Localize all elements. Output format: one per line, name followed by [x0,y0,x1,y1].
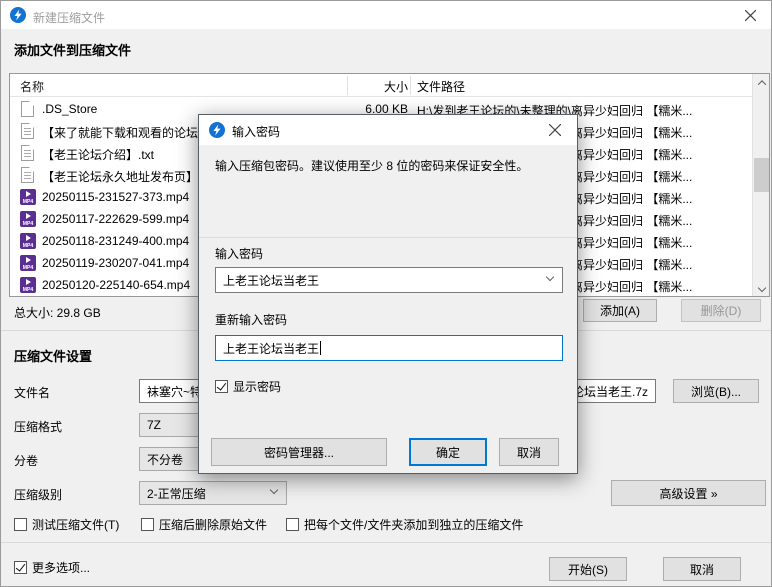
show-password-checkbox[interactable]: 显示密码 [215,378,281,395]
column-header-path[interactable]: 文件路径 [417,78,465,95]
dialog-cancel-button[interactable]: 取消 [499,438,559,466]
delete-button: 删除(D) [681,299,761,322]
window-close-icon[interactable] [737,5,763,25]
dialog-close-icon[interactable] [541,120,569,140]
checkbox-box [14,561,27,574]
start-button[interactable]: 开始(S) [549,557,627,581]
volume-label: 分卷 [14,454,39,468]
file-name: 20250120-225140-654.mp4 [42,278,191,292]
settings-section-title: 压缩文件设置 [14,349,93,364]
add-button[interactable]: 添加(A) [583,299,657,322]
filename-label: 文件名 [14,386,51,400]
browse-button[interactable]: 浏览(B)... [673,379,759,403]
dialog-divider [199,237,577,238]
volume-value: 不分卷 [147,452,184,467]
more-options-checkbox[interactable]: 更多选项... [14,559,90,576]
checkbox-label: 压缩后删除原始文件 [159,518,268,532]
chevron-down-icon [545,272,555,282]
filename-value-right: 论坛当老王.7z [571,384,648,399]
password-combobox[interactable]: 上老王论坛当老王 [215,267,563,293]
level-value: 2-正常压缩 [147,486,206,501]
dialog-message: 输入压缩包密码。建议使用至少 8 位的密码来保证安全性。 [215,159,529,173]
page-title: 添加文件到压缩文件 [14,43,132,58]
individual-archives-checkbox[interactable]: 把每个文件/文件夹添加到独立的压缩文件 [286,516,523,533]
column-divider[interactable] [347,76,348,95]
column-header-name[interactable]: 名称 [20,78,44,95]
mp4-file-icon: MP4 [20,189,36,205]
mp4-file-icon: MP4 [20,277,36,293]
file-icon [20,101,36,117]
ok-button[interactable]: 确定 [409,438,487,466]
format-value: 7Z [147,418,162,432]
level-select[interactable]: 2-正常压缩 [139,481,287,505]
format-label: 压缩格式 [14,420,63,434]
app-logo-icon [209,122,225,138]
file-name: 20250117-222629-599.mp4 [42,212,190,226]
table-header: 名称 大小 文件路径 [10,74,769,97]
checkbox-box [215,380,228,393]
confirm-password-label: 重新输入密码 [215,313,288,327]
text-file-icon [20,123,36,139]
confirm-password-input[interactable]: 上老王论坛当老王 [215,335,563,361]
file-name: 20250119-230207-041.mp4 [42,256,190,270]
file-name: .DS_Store [42,102,98,116]
test-archive-checkbox[interactable]: 测试压缩文件(T) [14,516,119,533]
column-header-size[interactable]: 大小 [290,78,408,95]
checkbox-label: 把每个文件/文件夹添加到独立的压缩文件 [304,518,524,532]
window-titlebar: 新建压缩文件 [1,1,771,29]
column-divider[interactable] [410,76,411,95]
dialog-titlebar: 输入密码 [199,115,577,145]
file-name: 【老王论坛永久地址发布页】.t [42,170,205,184]
mp4-file-icon: MP4 [20,211,36,227]
main-cancel-button[interactable]: 取消 [663,557,741,581]
file-name: 【老王论坛介绍】.txt [42,148,155,162]
window-title: 新建压缩文件 [33,11,106,25]
app-logo-icon [10,7,26,23]
checkbox-label: 更多选项... [32,561,91,575]
confirm-password-value: 上老王论坛当老王 [223,341,320,356]
checkbox-box [286,518,299,531]
footer-divider [1,542,771,543]
advanced-settings-button[interactable]: 高级设置 » [611,480,766,506]
text-file-icon [20,167,36,183]
dialog-title: 输入密码 [232,125,281,139]
table-scrollbar[interactable] [752,74,769,296]
file-name: 【来了就能下载和观看的论坛, [42,126,202,140]
delete-original-checkbox[interactable]: 压缩后删除原始文件 [141,516,267,533]
level-label: 压缩级别 [14,488,63,502]
checkbox-label: 显示密码 [233,380,282,394]
checkbox-box [141,518,154,531]
scrollbar-thumb[interactable] [754,158,769,192]
filename-value-left: 袜塞穴~特 [147,384,203,399]
file-name: 20250115-231527-373.mp4 [42,190,190,204]
file-name: 20250118-231249-400.mp4 [42,234,190,248]
password-manager-button[interactable]: 密码管理器... [211,438,387,466]
scroll-up-icon[interactable] [753,74,769,91]
enter-password-dialog: 输入密码 输入压缩包密码。建议使用至少 8 位的密码来保证安全性。 输入密码 上… [198,114,578,474]
password-label: 输入密码 [215,247,264,261]
password-value: 上老王论坛当老王 [223,273,320,288]
new-archive-window: 新建压缩文件 添加文件到压缩文件 名称 大小 文件路径 .DS_Store 6.0… [0,0,772,587]
mp4-file-icon: MP4 [20,233,36,249]
chevron-down-icon [269,485,279,495]
checkbox-label: 测试压缩文件(T) [32,518,120,532]
checkbox-box [14,518,27,531]
text-caret [320,341,322,355]
text-file-icon [20,145,36,161]
mp4-file-icon: MP4 [20,255,36,271]
total-size-label: 总大小: 29.8 GB [14,306,101,320]
scroll-down-icon[interactable] [753,279,769,296]
